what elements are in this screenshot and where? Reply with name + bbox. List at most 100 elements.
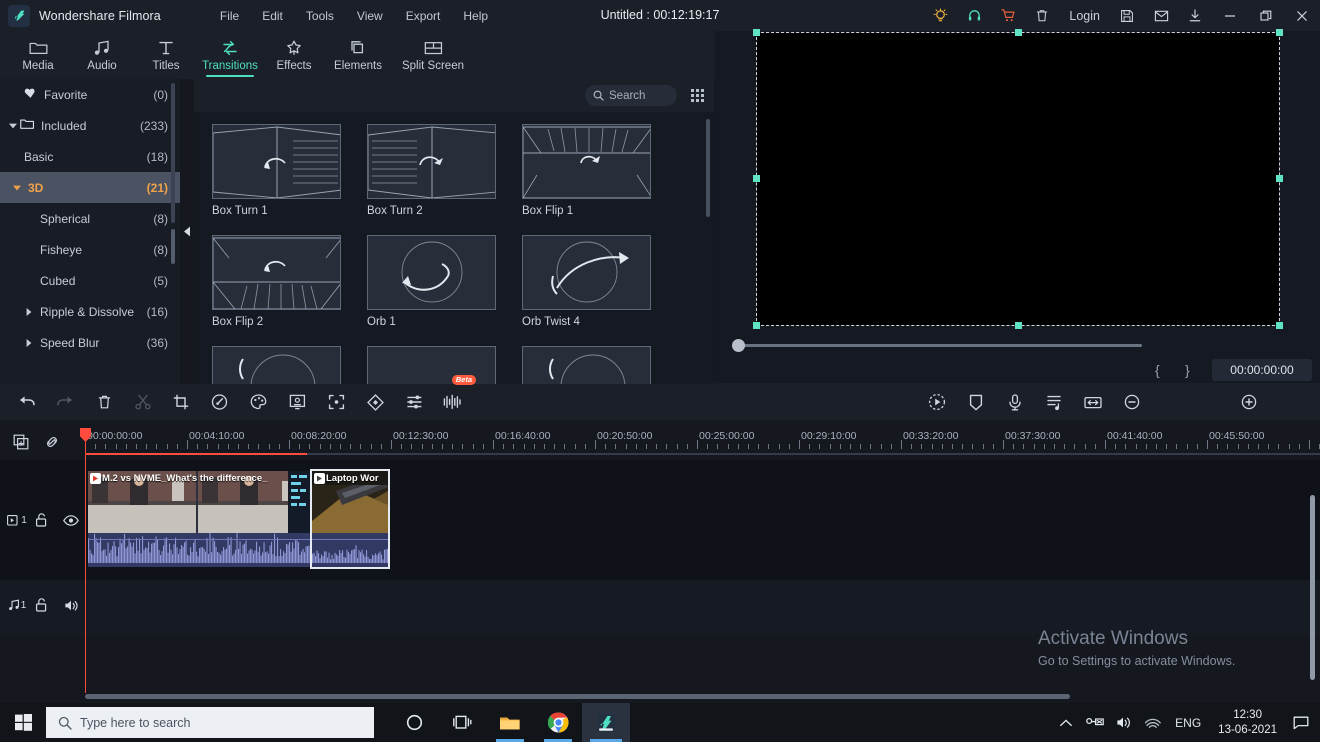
tab-audio[interactable]: Audio (70, 32, 134, 78)
resize-handle-bl[interactable] (753, 322, 760, 329)
sidebar-item-speed-blur[interactable]: Speed Blur (36) (0, 327, 180, 358)
start-button[interactable] (0, 703, 46, 742)
mark-out-button[interactable]: } (1185, 362, 1190, 378)
sidebar-item-included[interactable]: Included (233) (0, 110, 180, 141)
crop-button[interactable] (162, 384, 200, 420)
keyframe-button[interactable] (356, 384, 394, 420)
video-track-lock-button[interactable] (33, 511, 49, 529)
audio-track-lane[interactable] (0, 580, 1320, 635)
chevron-right-icon[interactable] (22, 339, 36, 347)
playhead[interactable] (85, 428, 86, 693)
audio-mixer-button[interactable] (395, 384, 433, 420)
notification-icon[interactable] (1288, 703, 1314, 742)
transition-item[interactable] (522, 346, 651, 384)
video-preview[interactable] (757, 33, 1279, 325)
sidebar-item-3d[interactable]: 3D (21) (0, 172, 180, 203)
resize-handle-ml[interactable] (753, 175, 760, 182)
timeline-ruler[interactable]: 00:00:00:00 00:04:10:00 00:08:20:00 00:1… (85, 428, 1320, 456)
detach-audio-button[interactable] (1035, 384, 1073, 420)
tab-transitions[interactable]: Transitions (198, 32, 262, 78)
render-preview-button[interactable] (918, 384, 956, 420)
restore-icon[interactable] (1248, 0, 1284, 31)
timeline-clip[interactable]: Laptop Wor (312, 471, 388, 567)
timeline-clip[interactable]: M.2 vs NVME_What's the difference_ (88, 471, 310, 567)
file-explorer-icon[interactable] (486, 703, 534, 742)
search-input[interactable]: Search (585, 85, 677, 106)
lightbulb-icon[interactable] (923, 0, 957, 31)
video-track-visibility-button[interactable] (62, 511, 80, 529)
delete-button[interactable] (85, 384, 123, 420)
download-icon[interactable] (1178, 0, 1212, 31)
transition-item[interactable]: Box Turn 1 (212, 124, 341, 217)
chevron-right-icon[interactable] (22, 308, 36, 316)
chevron-up-icon[interactable] (1053, 703, 1079, 742)
resize-handle-bc[interactable] (1015, 322, 1022, 329)
color-button[interactable] (239, 384, 277, 420)
zoom-in-button[interactable] (1230, 384, 1268, 420)
tab-split-screen[interactable]: Split Screen (390, 32, 476, 78)
redo-button[interactable] (46, 384, 84, 420)
preview-seek-track[interactable] (737, 344, 1142, 347)
resize-handle-tc[interactable] (1015, 29, 1022, 36)
speed-button[interactable] (200, 384, 238, 420)
grid-view-icon[interactable] (691, 89, 704, 102)
transition-item[interactable]: Orb Twist 4 (522, 235, 651, 328)
sidebar-item-spherical[interactable]: Spherical (8) (0, 203, 180, 234)
sidebar-scrollbar[interactable] (171, 83, 175, 223)
tab-effects[interactable]: Effects (262, 32, 326, 78)
preview-timecode[interactable]: 00:00:00:00 (1212, 359, 1312, 381)
menu-file[interactable]: File (209, 5, 250, 27)
split-button[interactable] (124, 384, 162, 420)
duplicate-track-button[interactable] (6, 430, 36, 454)
menu-view[interactable]: View (346, 5, 394, 27)
transition-item[interactable]: Box Flip 1 (522, 124, 651, 217)
menu-export[interactable]: Export (395, 5, 452, 27)
transition-item[interactable] (367, 346, 496, 384)
minimize-icon[interactable] (1212, 0, 1248, 31)
audio-track-lock-button[interactable] (33, 596, 49, 614)
transition-item[interactable]: Box Flip 2 (212, 235, 341, 328)
preview-seek-handle[interactable] (732, 339, 745, 352)
sidebar-scrollbar-thumb[interactable] (171, 229, 175, 264)
transition-item[interactable]: Orb 1 (367, 235, 496, 328)
trash-icon[interactable] (1025, 0, 1059, 31)
audio-track-mute-button[interactable] (62, 596, 80, 614)
taskbar-clock[interactable]: 12:30 13-06-2021 (1210, 708, 1285, 737)
sidebar-item-basic[interactable]: Basic (18) (0, 141, 180, 172)
close-icon[interactable] (1284, 0, 1320, 31)
filmora-icon[interactable] (582, 703, 630, 742)
motion-tracking-button[interactable] (317, 384, 355, 420)
mark-in-button[interactable]: { (1155, 362, 1160, 378)
wifi-icon[interactable] (1140, 703, 1166, 742)
taskbar-search-input[interactable]: Type here to search (46, 707, 374, 738)
voiceover-button[interactable] (996, 384, 1034, 420)
tab-titles[interactable]: Titles (134, 32, 198, 78)
language-indicator[interactable]: ENG (1169, 716, 1207, 730)
volume-icon[interactable] (1111, 703, 1137, 742)
undo-button[interactable] (8, 384, 46, 420)
transition-item[interactable]: Box Turn 2 (367, 124, 496, 217)
panel-scrollbar[interactable] (706, 119, 710, 217)
login-button[interactable]: Login (1059, 9, 1110, 23)
tab-elements[interactable]: Elements (326, 32, 390, 78)
marker-button[interactable] (957, 384, 995, 420)
tab-media[interactable]: Media (6, 32, 70, 78)
mail-icon[interactable] (1144, 0, 1178, 31)
resize-handle-tl[interactable] (753, 29, 760, 36)
chevron-down-icon[interactable] (10, 185, 24, 191)
timeline-horizontal-scrollbar[interactable] (85, 694, 1070, 699)
collapse-sidebar-button[interactable] (182, 224, 192, 238)
cart-icon[interactable] (991, 0, 1025, 31)
green-screen-button[interactable] (278, 384, 316, 420)
network-icon[interactable] (1082, 703, 1108, 742)
audio-denoise-button[interactable]: Beta (434, 384, 472, 420)
save-icon[interactable] (1110, 0, 1144, 31)
chrome-icon[interactable] (534, 703, 582, 742)
fit-timeline-button[interactable] (1074, 384, 1112, 420)
headphones-icon[interactable] (957, 0, 991, 31)
timeline-vertical-scrollbar[interactable] (1310, 495, 1315, 680)
resize-handle-tr[interactable] (1276, 29, 1283, 36)
transition-item[interactable] (212, 346, 341, 384)
sidebar-item-fisheye[interactable]: Fisheye (8) (0, 234, 180, 265)
resize-handle-mr[interactable] (1276, 175, 1283, 182)
